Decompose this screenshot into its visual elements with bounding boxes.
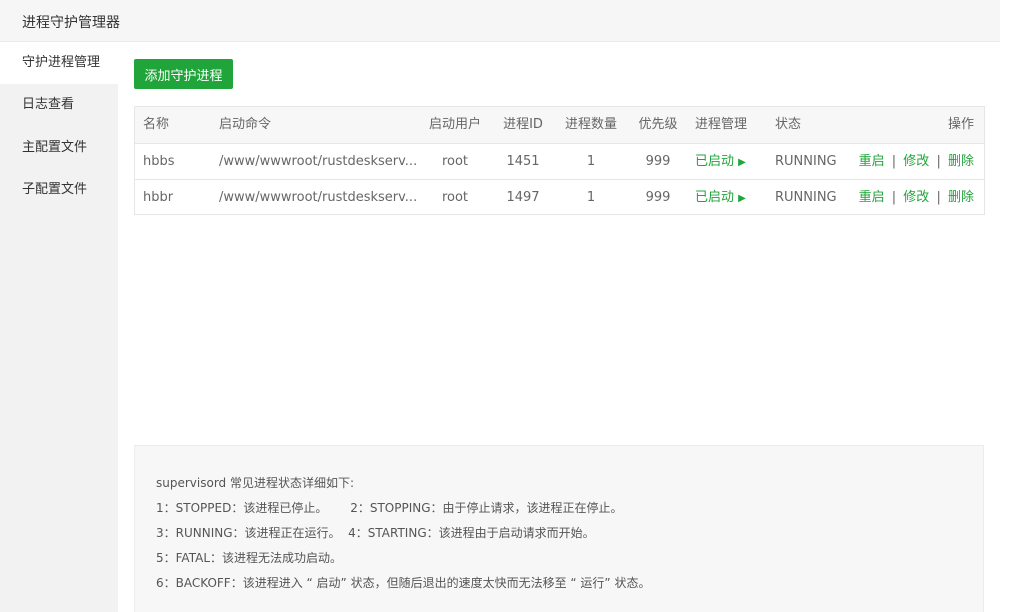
sidebar-item-sub-config[interactable]: 子配置文件 <box>0 169 118 211</box>
table-header-row: 名称 启动命令 启动用户 进程ID 进程数量 优先级 进程管理 状态 操作 <box>135 107 984 143</box>
status-label: 已启动 <box>695 154 735 169</box>
op-separator: | <box>891 154 897 169</box>
status-label: 已启动 <box>695 190 735 205</box>
row-operations: 重启 | 修改 | 删除 <box>844 144 974 179</box>
header-management: 进程管理 <box>695 117 748 132</box>
row-pid: 1497 <box>506 190 540 205</box>
row-pid: 1451 <box>506 154 540 169</box>
info-line: 6：BACKOFF：该进程进入 “ 启动” 状态，但随后退出的速度太快而无法移至… <box>156 576 651 590</box>
header-command: 启动命令 <box>219 117 272 132</box>
row-name: hbbs <box>143 154 175 169</box>
row-command: /www/wwwroot/rustdeskserv... <box>219 190 418 205</box>
sidebar-item-log-view[interactable]: 日志查看 <box>0 84 118 126</box>
row-name: hbbr <box>143 190 174 205</box>
edit-link[interactable]: 修改 <box>903 154 929 169</box>
play-icon: ▶ <box>738 157 746 168</box>
info-line: 5：FATAL：该进程无法成功启动。 <box>156 551 343 565</box>
process-status-toggle[interactable]: 已启动 ▶ <box>695 180 769 215</box>
header-pid: 进程ID <box>503 117 543 132</box>
header-state: 状态 <box>775 117 802 132</box>
header-operations: 操作 <box>947 117 974 132</box>
row-state: RUNNING <box>775 154 837 169</box>
play-icon: ▶ <box>738 193 746 204</box>
delete-link[interactable]: 删除 <box>948 190 974 205</box>
row-priority: 999 <box>645 190 671 205</box>
info-line: 3：RUNNING：该进程正在运行。 4：STARTING：该进程由于启动请求而… <box>156 526 595 540</box>
row-operations: 重启 | 修改 | 删除 <box>844 180 974 215</box>
op-separator: | <box>891 190 897 205</box>
restart-link[interactable]: 重启 <box>859 190 885 205</box>
row-user: root <box>441 190 469 205</box>
title-bar: 进程守护管理器 <box>0 0 1000 42</box>
row-count: 1 <box>586 154 596 169</box>
header-priority: 优先级 <box>638 117 678 132</box>
status-info-panel: supervisord 常见进程状态详细如下: 1：STOPPED：该进程已停止… <box>134 445 984 612</box>
row-command: /www/wwwroot/rustdeskserv... <box>219 154 418 169</box>
sidebar-item-main-config[interactable]: 主配置文件 <box>0 127 118 169</box>
process-status-toggle[interactable]: 已启动 ▶ <box>695 144 769 179</box>
op-separator: | <box>936 190 941 205</box>
row-state: RUNNING <box>775 190 837 205</box>
sidebar-item-daemon-management[interactable]: 守护进程管理 <box>0 42 118 84</box>
add-daemon-button[interactable]: 添加守护进程 <box>134 59 233 89</box>
restart-link[interactable]: 重启 <box>859 154 885 169</box>
process-table: 名称 启动命令 启动用户 进程ID 进程数量 优先级 进程管理 状态 操作 hb… <box>134 106 985 215</box>
info-line: 1：STOPPED：该进程已停止。 2：STOPPING：由于停止请求，该进程正… <box>156 501 623 515</box>
header-count: 进程数量 <box>564 117 617 132</box>
header-name: 名称 <box>143 117 170 132</box>
sidebar: 守护进程管理 日志查看 主配置文件 子配置文件 <box>0 42 118 612</box>
edit-link[interactable]: 修改 <box>903 190 929 205</box>
header-user: 启动用户 <box>428 117 481 132</box>
row-count: 1 <box>586 190 596 205</box>
window-title: 进程守护管理器 <box>22 15 120 31</box>
row-priority: 999 <box>645 154 671 169</box>
table-row: hbbs /www/wwwroot/rustdeskserv... root 1… <box>135 143 984 179</box>
info-line: supervisord 常见进程状态详细如下: <box>156 476 355 490</box>
delete-link[interactable]: 删除 <box>948 154 974 169</box>
row-user: root <box>441 154 469 169</box>
table-row: hbbr /www/wwwroot/rustdeskserv... root 1… <box>135 179 984 215</box>
op-separator: | <box>936 154 941 169</box>
